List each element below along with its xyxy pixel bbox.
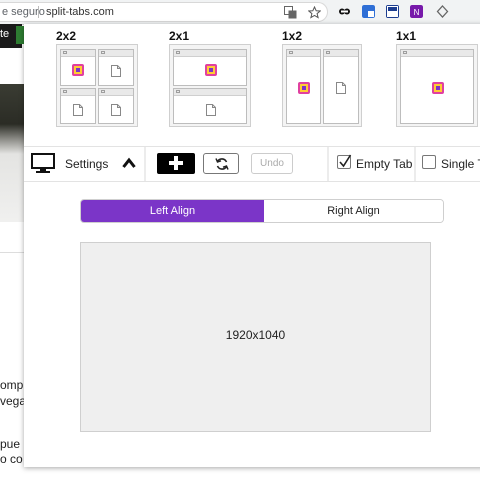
window-pane <box>400 49 474 124</box>
page-text-line: o co <box>0 452 23 466</box>
refresh-icon <box>215 158 229 170</box>
toolbar-divider <box>414 147 416 181</box>
translate-icon[interactable] <box>284 6 297 19</box>
page-hero-image <box>0 84 24 222</box>
chevron-up-icon[interactable] <box>122 157 136 169</box>
split-tabs-popup: 2x2 2x1 1x2 1x1 Settings Undo Empty Tab … <box>24 24 480 467</box>
toolbar-divider <box>327 147 329 181</box>
empty-tab-checkbox[interactable] <box>337 154 352 169</box>
document-icon <box>111 104 121 116</box>
page-divider <box>0 252 24 253</box>
screen-resolution: 1920x1040 <box>225 328 286 342</box>
document-icon <box>206 104 216 116</box>
layout-2x2-icon[interactable] <box>56 44 138 127</box>
document-icon <box>73 104 83 116</box>
add-tab-button[interactable] <box>157 153 195 174</box>
browser-toolbar: e seguro split-tabs.com N <box>0 0 480 25</box>
layout-2x1-label: 2x1 <box>169 29 190 43</box>
empty-tab-label[interactable]: Empty Tab <box>356 157 412 171</box>
single-tab-label[interactable]: Single Ta <box>441 157 480 171</box>
monitor-icon[interactable] <box>31 153 55 174</box>
svg-text:N: N <box>414 8 420 17</box>
layout-2x1-icon[interactable] <box>169 44 251 127</box>
plus-icon <box>169 156 183 170</box>
page-text-line: vega <box>0 394 27 408</box>
toolbar-divider <box>144 147 146 181</box>
app-logo-icon <box>205 64 217 76</box>
document-icon <box>336 82 346 94</box>
window-pane <box>173 49 247 86</box>
window-pane <box>98 88 134 124</box>
translate-extension-icon[interactable] <box>362 5 375 18</box>
address-bar[interactable]: e seguro split-tabs.com <box>0 2 328 22</box>
popup-toolbar: Settings Undo Empty Tab Single <box>24 146 480 182</box>
app-logo-icon <box>432 82 444 94</box>
url-text[interactable]: split-tabs.com <box>46 6 114 18</box>
layout-1x2-icon[interactable] <box>282 44 362 127</box>
refresh-button[interactable] <box>203 153 239 174</box>
layout-picker: 2x2 2x1 1x2 1x1 <box>24 24 480 146</box>
onenote-icon[interactable]: N <box>410 5 423 18</box>
page-nav-accent <box>16 26 24 44</box>
split-tabs-extension-icon[interactable] <box>386 5 399 18</box>
shield-extension-icon[interactable] <box>436 5 449 18</box>
page-text-line: ompl <box>0 378 27 392</box>
checkmark-icon <box>339 154 352 168</box>
undo-button[interactable]: Undo <box>251 153 293 174</box>
right-align-button[interactable]: Right Align <box>264 200 443 222</box>
bookmark-star-icon[interactable] <box>308 6 321 19</box>
document-icon <box>111 65 121 77</box>
extension-icon[interactable] <box>338 5 351 18</box>
screen-preview[interactable]: 1920x1040 <box>80 242 431 432</box>
window-pane <box>60 49 96 86</box>
settings-button[interactable]: Settings <box>65 157 108 171</box>
app-logo-icon <box>72 64 84 76</box>
left-align-button[interactable]: Left Align <box>81 200 264 222</box>
app-logo-icon <box>298 82 310 94</box>
window-pane <box>173 88 247 124</box>
layout-2x2-label: 2x2 <box>56 29 77 43</box>
window-pane <box>98 49 134 86</box>
layout-1x2-label: 1x2 <box>282 29 303 43</box>
single-tab-checkbox[interactable] <box>422 155 436 169</box>
window-pane <box>323 49 359 124</box>
align-toggle: Left Align Right Align <box>80 199 444 223</box>
window-pane <box>286 49 321 124</box>
window-pane <box>60 88 96 124</box>
address-separator <box>38 6 39 18</box>
layout-1x1-icon[interactable] <box>396 44 478 127</box>
page-text-line: pue <box>0 437 21 451</box>
layout-1x1-label: 1x1 <box>396 29 417 43</box>
page-nav-text: te <box>0 28 10 40</box>
